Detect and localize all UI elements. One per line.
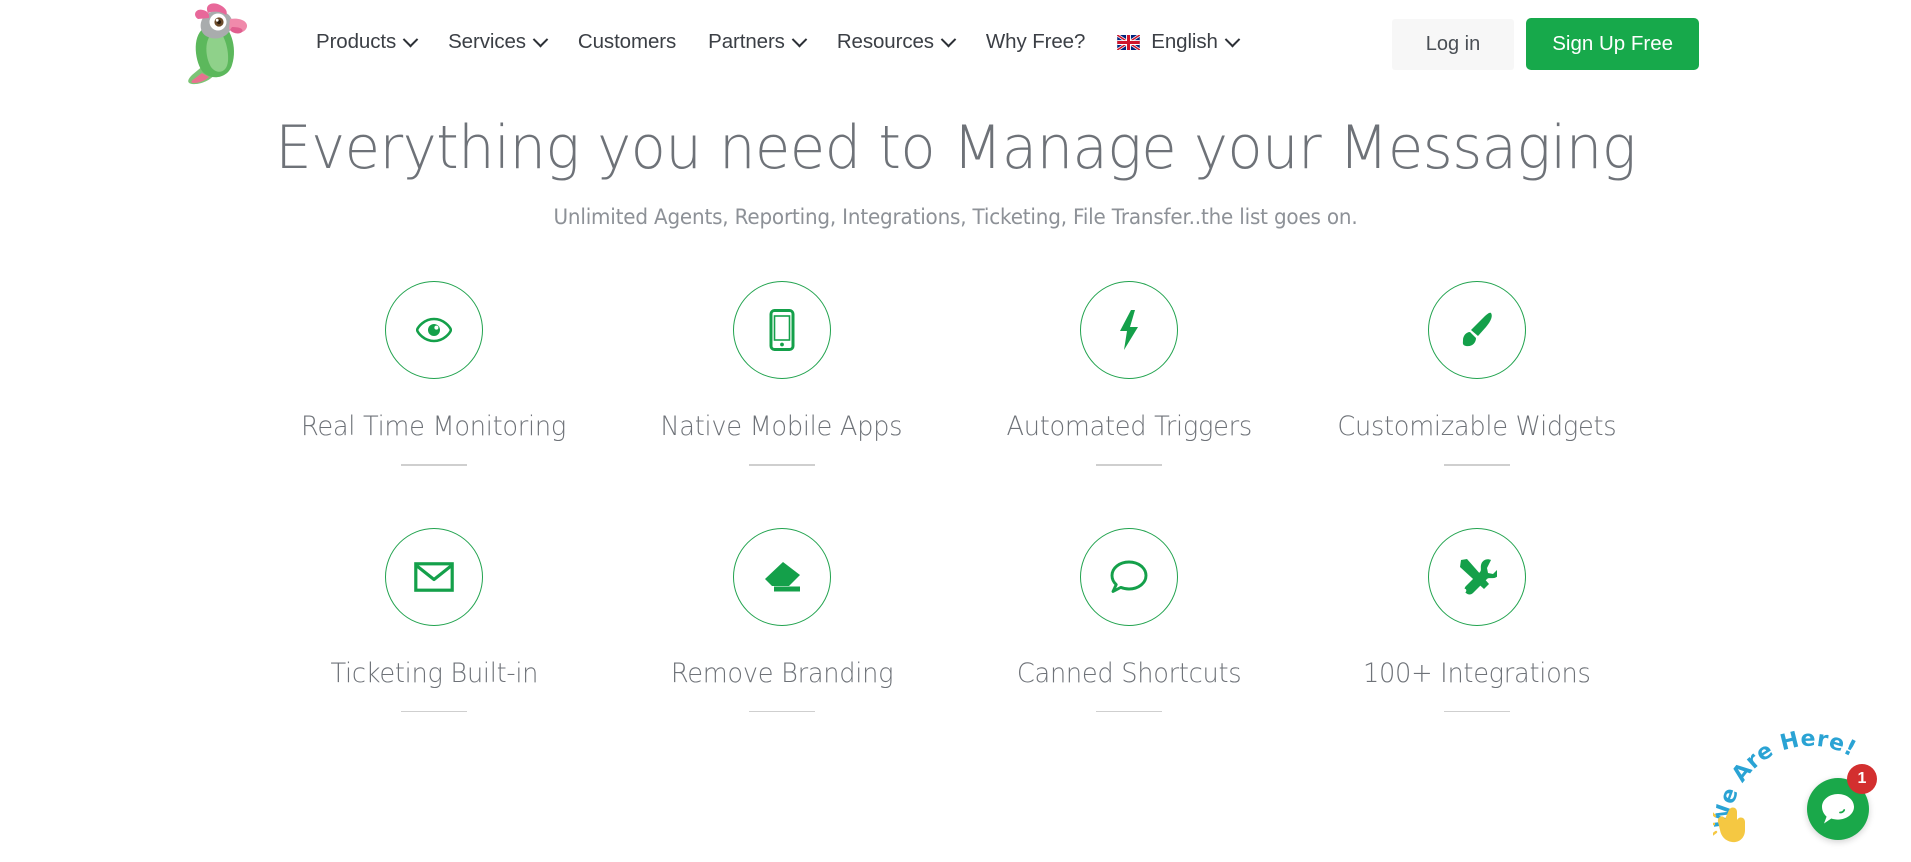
feature-label: Customizable Widgets	[1337, 411, 1617, 442]
nav-label: Products	[316, 30, 397, 53]
login-button[interactable]: Log in	[1391, 18, 1515, 70]
nav-label: Resources	[836, 30, 934, 53]
feature-label: Real Time Monitoring	[301, 411, 567, 442]
feature-customizable-widgets[interactable]: Customizable Widgets	[1303, 281, 1651, 466]
main-nav: Products Services Customers Partners Res…	[300, 20, 1254, 64]
feature-automated-triggers[interactable]: Automated Triggers	[956, 281, 1304, 466]
feature-canned-shortcuts[interactable]: Canned Shortcuts	[956, 527, 1304, 712]
feature-label: Remove Branding	[670, 657, 893, 689]
nav-item-customers[interactable]: Customers	[562, 20, 692, 64]
feature-label: Automated Triggers	[1006, 411, 1253, 442]
nav-label: Partners	[708, 30, 785, 53]
lightning-bolt-icon	[1120, 310, 1139, 350]
feature-divider	[1444, 464, 1511, 466]
uk-flag-icon	[1117, 34, 1141, 50]
nav-label: Customers	[577, 30, 677, 53]
nav-item-resources[interactable]: Resources	[821, 20, 970, 64]
nav-item-why-free[interactable]: Why Free?	[970, 20, 1101, 64]
feature-divider	[1444, 710, 1511, 712]
feature-icon-circle	[1428, 527, 1527, 626]
page-root: Products Services Customers Partners Res…	[0, 0, 1911, 862]
feature-integrations[interactable]: 100+ Integrations	[1303, 527, 1651, 712]
chevron-down-icon	[1224, 31, 1241, 47]
language-label: English	[1151, 30, 1218, 53]
nav-item-products[interactable]: Products	[300, 20, 432, 64]
language-selector[interactable]: English	[1101, 20, 1254, 64]
feature-remove-branding[interactable]: Remove Branding	[608, 527, 956, 712]
header-actions: Log in Sign Up Free	[1391, 18, 1699, 70]
feature-divider	[1096, 710, 1163, 712]
site-header: Products Services Customers Partners Res…	[0, 0, 1911, 85]
feature-label: 100+ Integrations	[1363, 657, 1591, 689]
chat-bubble-icon	[1822, 794, 1854, 824]
feature-divider	[748, 464, 815, 466]
feature-label: Ticketing Built-in	[330, 657, 538, 689]
page-title: Everything you need to Manage your Messa…	[275, 113, 1636, 183]
feature-icon-circle	[1080, 527, 1179, 626]
feature-grid: Real Time Monitoring Native Mobile Apps …	[0, 281, 1911, 712]
nav-item-services[interactable]: Services	[432, 20, 562, 64]
chevron-down-icon	[940, 31, 957, 47]
paintbrush-icon	[1463, 312, 1492, 347]
feature-icon-circle	[732, 527, 831, 626]
signup-button[interactable]: Sign Up Free	[1526, 18, 1699, 70]
feature-icon-circle	[384, 527, 483, 626]
chat-unread-badge: 1	[1847, 764, 1877, 794]
nav-label: Services	[448, 30, 526, 53]
feature-native-mobile-apps[interactable]: Native Mobile Apps	[608, 281, 956, 466]
feature-label: Canned Shortcuts	[1017, 657, 1242, 689]
page-subtitle: Unlimited Agents, Reporting, Integration…	[553, 205, 1358, 229]
feature-label: Native Mobile Apps	[660, 411, 903, 442]
feature-divider	[748, 710, 815, 712]
feature-icon-circle	[1080, 281, 1179, 379]
eraser-icon	[764, 561, 800, 591]
feature-divider	[400, 710, 467, 712]
feature-ticketing-built-in[interactable]: Ticketing Built-in	[260, 527, 608, 712]
feature-real-time-monitoring[interactable]: Real Time Monitoring	[260, 281, 608, 466]
feature-icon-circle	[732, 281, 831, 379]
envelope-icon	[414, 561, 454, 592]
tools-icon	[1460, 558, 1498, 594]
waving-hand-icon	[1713, 807, 1745, 843]
speech-bubble-icon	[1110, 560, 1148, 593]
chevron-down-icon	[791, 31, 808, 47]
feature-icon-circle	[1428, 281, 1527, 379]
nav-label: Why Free?	[985, 30, 1086, 53]
mobile-phone-icon	[769, 309, 795, 351]
chat-widget[interactable]: We Are Here! 1	[1711, 725, 1891, 850]
chevron-down-icon	[532, 31, 549, 47]
feature-divider	[400, 464, 467, 466]
hero-section: Everything you need to Manage your Messa…	[0, 84, 1911, 230]
feature-divider	[1096, 464, 1163, 466]
feature-icon-circle	[384, 281, 483, 379]
parrot-logo[interactable]	[182, 3, 258, 85]
eye-icon	[415, 317, 452, 343]
chevron-down-icon	[402, 31, 419, 47]
nav-item-partners[interactable]: Partners	[692, 20, 821, 64]
